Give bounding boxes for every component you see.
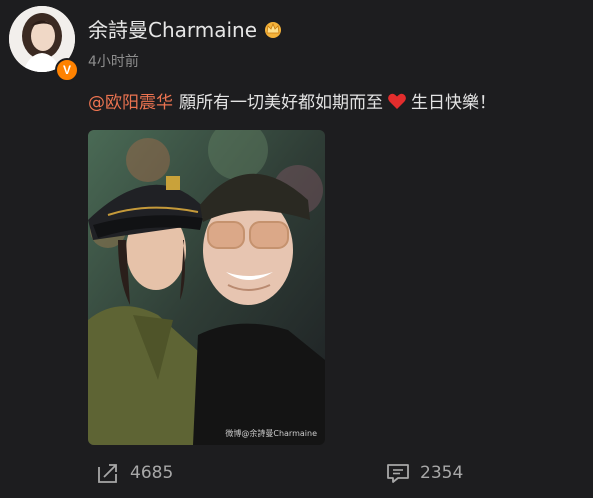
post-timestamp[interactable]: 4小时前 — [88, 51, 139, 71]
author-name[interactable]: 余詩曼Charmaine — [88, 14, 257, 43]
post-text: @欧阳震华 願所有一切美好都如期而至 生日快樂！ — [88, 88, 496, 113]
author-name-row[interactable]: 余詩曼Charmaine — [88, 14, 283, 43]
photo-watermark: 微博@余詩曼Charmaine — [225, 429, 317, 438]
crown-icon — [265, 21, 282, 38]
avatar-container[interactable]: V — [9, 6, 79, 82]
post-body-text: 願所有一切美好都如期而至 — [179, 93, 383, 113]
photo-image — [88, 130, 325, 445]
comment-icon — [387, 464, 409, 483]
repost-button[interactable]: 4685 — [96, 462, 173, 484]
share-icon — [98, 464, 117, 483]
repost-count: 4685 — [130, 463, 174, 483]
post-actions-bar: 4685 2354 — [0, 462, 593, 486]
post-photo[interactable]: 微博@余詩曼Charmaine — [88, 130, 325, 445]
comment-button[interactable]: 2354 — [386, 462, 463, 484]
mention-link[interactable]: @欧阳震华 — [88, 88, 173, 113]
heart-icon — [388, 93, 406, 109]
post-body-text-end: 生日快樂！ — [411, 93, 496, 113]
comment-count: 2354 — [420, 463, 464, 483]
verified-badge-icon: V — [55, 58, 79, 82]
